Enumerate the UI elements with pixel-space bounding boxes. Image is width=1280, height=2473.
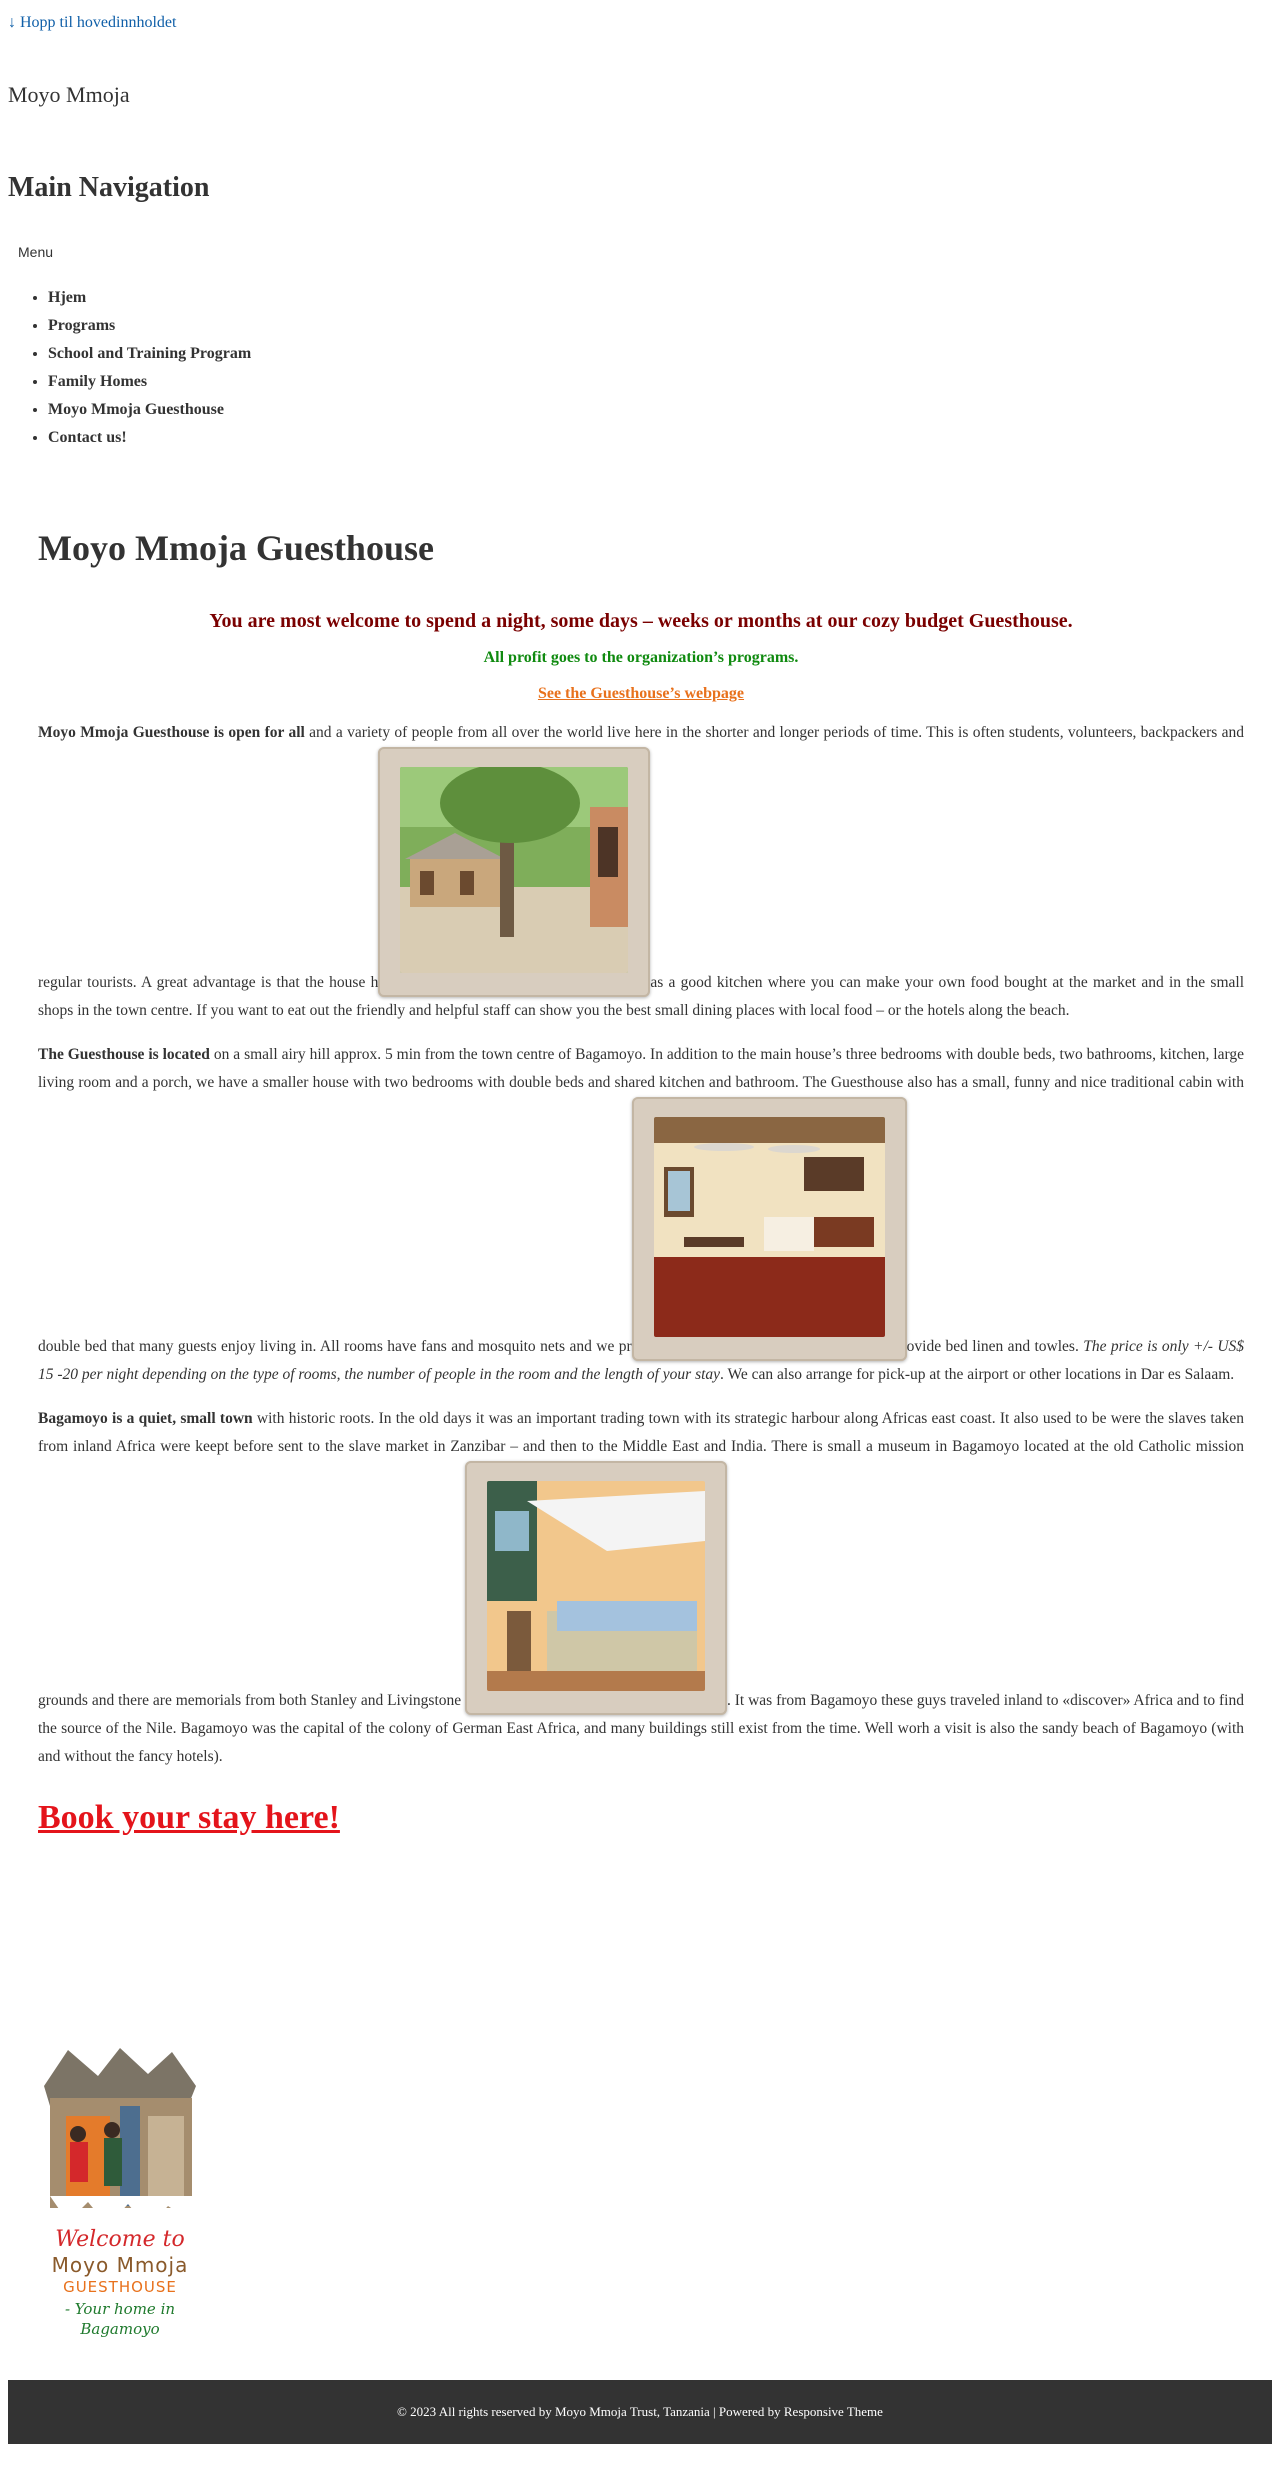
paragraph-bagamoyo: Bagamoyo is a quiet, small town with his…: [38, 1405, 1244, 1771]
site-footer: © 2023 All rights reserved by Moyo Mmoja…: [8, 2380, 1272, 2444]
main-navigation-heading: Main Navigation: [8, 172, 210, 203]
paragraph-text: ovide bed linen and towles.: [906, 1338, 1084, 1355]
footer-copyright: © 2023 All rights reserved by Moyo Mmoja…: [397, 2404, 784, 2419]
paragraph-lead: Bagamoyo is a quiet, small town: [38, 1410, 253, 1427]
footer-theme-link[interactable]: Responsive Theme: [784, 2404, 883, 2419]
main-nav-list: Hjem Programs School and Training Progra…: [48, 284, 251, 452]
site-title[interactable]: Moyo Mmoja: [8, 82, 130, 108]
photo-image: [653, 1117, 885, 1337]
guesthouse-link-wrap: See the Guesthouse’s webpage: [38, 685, 1244, 703]
welcome-heading: You are most welcome to spend a night, s…: [209, 610, 1073, 632]
nav-item-hjem: Hjem: [48, 284, 251, 312]
paragraph-location: The Guesthouse is located on a small air…: [38, 1041, 1244, 1389]
nav-link-school-training[interactable]: School and Training Program: [48, 345, 251, 362]
nav-link-hjem[interactable]: Hjem: [48, 289, 86, 306]
nav-link-guesthouse[interactable]: Moyo Mmoja Guesthouse: [48, 401, 224, 418]
main-content: Moyo Mmoja Guesthouse You are most welco…: [38, 520, 1244, 1837]
logo-line-home: - Your home in: [65, 2300, 175, 2318]
paragraph-text: . We can also arrange for pick-up at the…: [720, 1366, 1235, 1383]
guesthouse-logo[interactable]: Welcome to Moyo Mmoja GUESTHOUSE - Your …: [38, 2046, 202, 2346]
skip-to-content-link[interactable]: ↓ Hopp til hovedinnholdet: [8, 14, 176, 32]
paragraph-lead: Moyo Mmoja Guesthouse is open for all: [38, 724, 305, 741]
logo-hut-illustration: [44, 2048, 196, 2228]
profit-note: All profit goes to the organization’s pr…: [483, 649, 799, 666]
nav-item-guesthouse: Moyo Mmoja Guesthouse: [48, 396, 251, 424]
nav-link-contact[interactable]: Contact us!: [48, 429, 127, 446]
guesthouse-exterior-photo[interactable]: [378, 747, 651, 997]
nav-item-programs: Programs: [48, 312, 251, 340]
nav-link-family-homes[interactable]: Family Homes: [48, 373, 147, 390]
nav-item-contact: Contact us!: [48, 424, 251, 452]
photo-image: [400, 767, 629, 973]
nav-link-programs[interactable]: Programs: [48, 317, 115, 334]
guesthouse-webpage-link[interactable]: See the Guesthouse’s webpage: [538, 685, 744, 702]
book-stay-heading: Book your stay here!: [38, 1799, 1244, 1837]
logo-line-name: Moyo Mmoja: [52, 2253, 189, 2277]
photo-image: [487, 1481, 706, 1691]
logo-line-welcome: Welcome to: [55, 2227, 184, 2252]
bedroom-photo[interactable]: [465, 1461, 728, 1715]
living-room-photo[interactable]: [631, 1097, 907, 1361]
menu-toggle-button[interactable]: Menu: [18, 244, 53, 260]
nav-item-family-homes: Family Homes: [48, 368, 251, 396]
logo-line-guesthouse: GUESTHOUSE: [63, 2278, 177, 2296]
paragraph-lead: The Guesthouse is located: [38, 1046, 210, 1063]
logo-line-bagamoyo: Bagamoyo: [79, 2320, 159, 2338]
nav-item-school: School and Training Program: [48, 340, 251, 368]
paragraph-open-for-all: Moyo Mmoja Guesthouse is open for all an…: [38, 719, 1244, 1025]
page-title: Moyo Mmoja Guesthouse: [38, 528, 434, 568]
book-stay-link[interactable]: Book your stay here!: [38, 1799, 340, 1836]
